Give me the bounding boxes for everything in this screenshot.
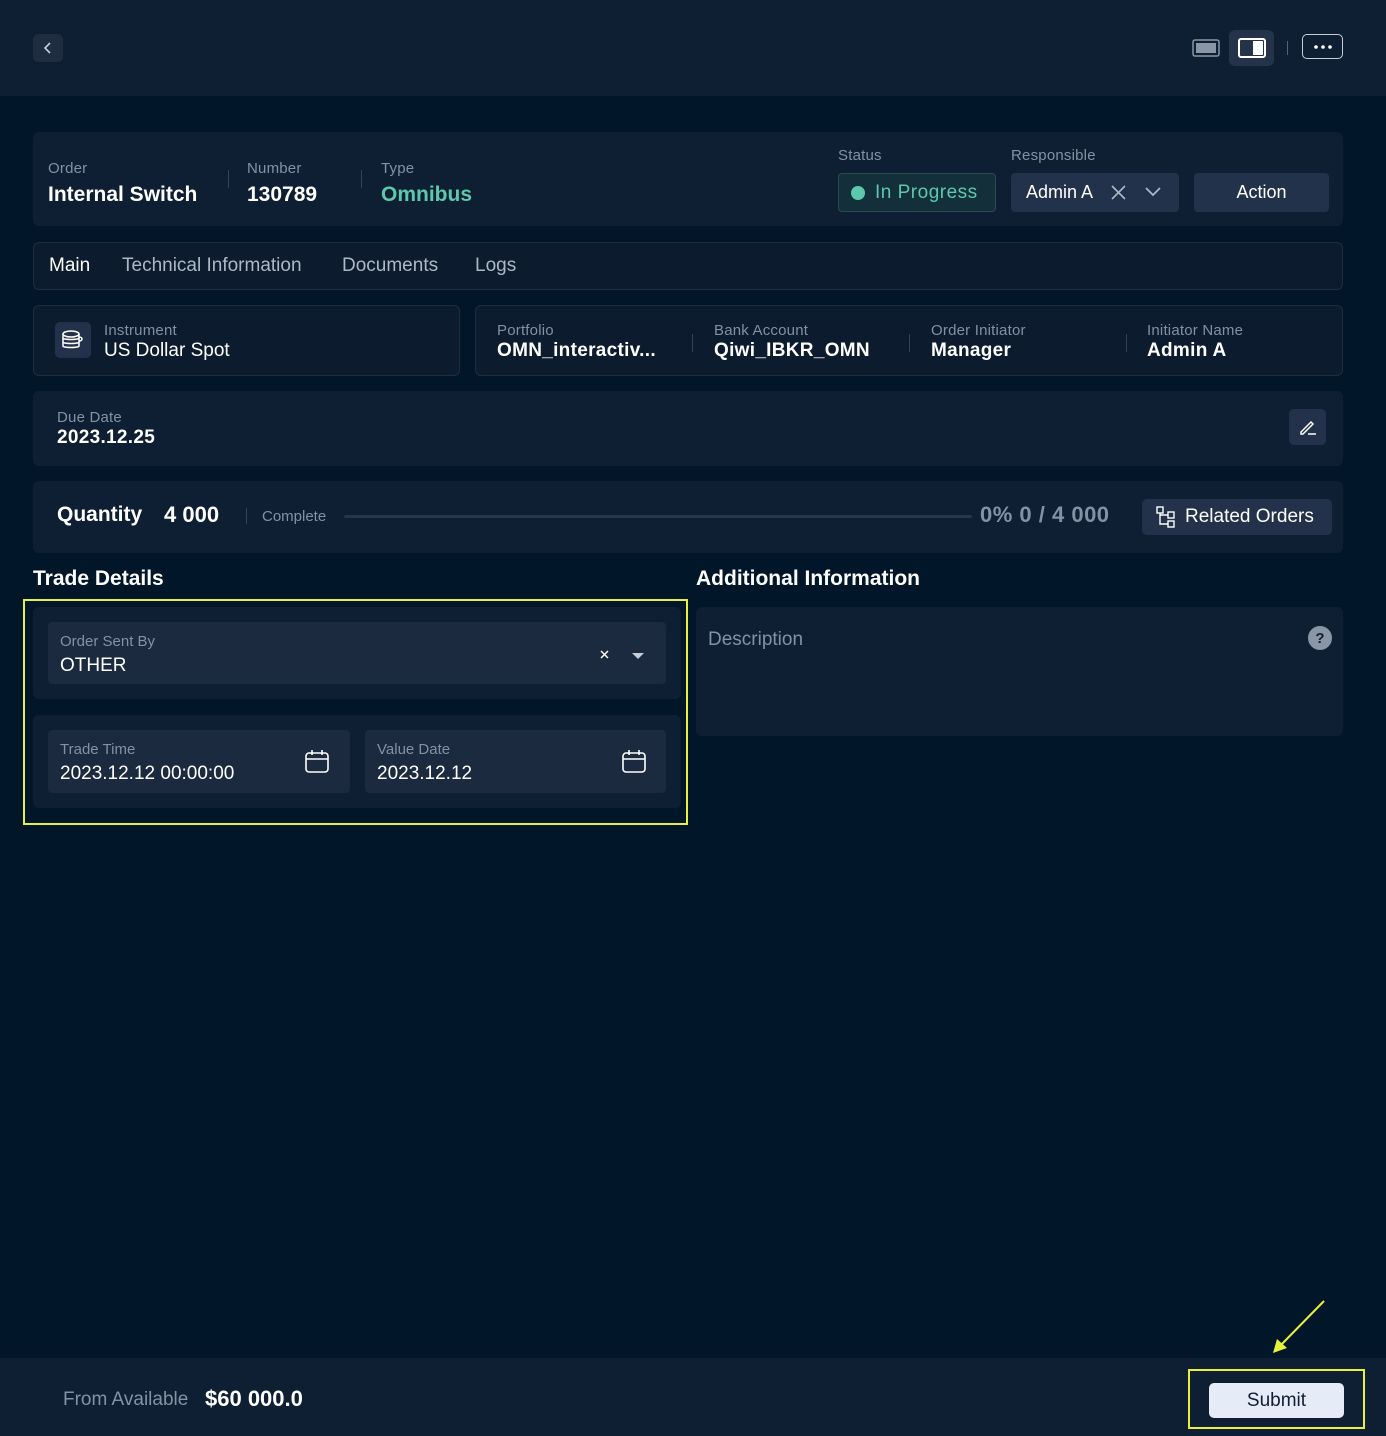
trade-details-highlight: [23, 599, 688, 825]
description-placeholder: Description: [708, 629, 804, 650]
additional-information-title: Additional Information: [696, 567, 920, 590]
quantity-value: 4 000: [164, 502, 220, 527]
related-orders-label: Related Orders: [1185, 506, 1314, 527]
instrument-label: Instrument: [104, 322, 177, 339]
chevron-left-icon: [43, 42, 51, 54]
tab-main[interactable]: Main: [49, 255, 90, 277]
description-field[interactable]: Description ?: [696, 607, 1343, 736]
portfolio-value: OMN_interactiv...: [497, 340, 656, 361]
more-options-button[interactable]: [1302, 34, 1343, 59]
split-view-button[interactable]: [1229, 30, 1274, 66]
single-panel-icon: [1192, 39, 1220, 57]
split-panel-icon: [1237, 38, 1266, 58]
quantity-card: Quantity 4 000 Complete 0% 0 / 4 000 Rel…: [33, 481, 1343, 553]
order-initiator-value: Manager: [931, 340, 1012, 361]
divider: [909, 334, 910, 352]
due-date-card: Due Date 2023.12.25: [33, 391, 1343, 466]
progress-bar: [344, 515, 972, 518]
order-value: Internal Switch: [48, 183, 198, 206]
hierarchy-icon: [1156, 506, 1175, 528]
tab-bar: Main Technical Information Documents Log…: [33, 242, 1343, 290]
order-info: Order Internal Switch: [48, 160, 197, 207]
complete-label: Complete: [262, 508, 327, 525]
responsible-label: Responsible: [1011, 147, 1096, 164]
responsible-select[interactable]: Admin A: [1011, 173, 1179, 212]
edit-due-date-button[interactable]: [1289, 409, 1326, 445]
status-value: In Progress: [875, 181, 978, 203]
initiator-name-value: Admin A: [1147, 340, 1227, 361]
divider: [361, 170, 362, 188]
quantity-label: Quantity: [57, 503, 143, 526]
from-available-value: $60 000.0: [205, 1386, 303, 1411]
ellipsis-icon: [1313, 44, 1332, 49]
footer-bar: From Available $60 000.0 Submit: [0, 1358, 1386, 1436]
toolbar-divider: [1287, 41, 1288, 55]
number-label: Number: [247, 160, 302, 177]
coins-icon: [55, 322, 91, 358]
divider: [246, 508, 247, 524]
single-view-button[interactable]: [1188, 30, 1224, 66]
tab-logs[interactable]: Logs: [475, 255, 516, 277]
progress-text: 0% 0 / 4 000: [980, 502, 1110, 527]
from-available-label: From Available: [63, 1389, 189, 1410]
status-dot-icon: [851, 185, 865, 200]
order-label: Order: [48, 160, 88, 177]
order-header: Order Internal Switch Number 130789 Type…: [33, 132, 1343, 226]
related-orders-button[interactable]: Related Orders: [1142, 499, 1332, 535]
portfolio-label: Portfolio: [497, 322, 554, 339]
number-value: 130789: [247, 183, 318, 206]
due-date-value: 2023.12.25: [57, 427, 156, 448]
bank-account-label: Bank Account: [714, 322, 809, 339]
instrument-value: US Dollar Spot: [104, 340, 230, 361]
clear-icon[interactable]: [1110, 184, 1127, 201]
trade-details-title: Trade Details: [33, 567, 164, 590]
responsible-value: Admin A: [1026, 182, 1094, 202]
tab-documents[interactable]: Documents: [342, 255, 438, 277]
type-info: Type Omnibus: [381, 160, 472, 207]
action-button[interactable]: Action: [1194, 173, 1329, 212]
order-initiator-label: Order Initiator: [931, 322, 1026, 339]
number-info: Number 130789: [247, 160, 317, 207]
instrument-card: Instrument US Dollar Spot: [33, 305, 460, 376]
divider: [228, 170, 229, 188]
edit-icon: [1299, 420, 1316, 435]
chevron-down-icon[interactable]: [1144, 186, 1162, 198]
initiator-name-label: Initiator Name: [1147, 322, 1244, 339]
order-details-card: Portfolio OMN_interactiv... Bank Account…: [475, 305, 1343, 376]
back-button[interactable]: [33, 34, 63, 62]
submit-highlight: [1188, 1369, 1365, 1429]
status-label: Status: [838, 147, 882, 164]
arrow-pointer-icon: [1273, 1300, 1325, 1353]
top-bar: [0, 0, 1386, 96]
type-value: Omnibus: [381, 183, 473, 206]
due-date-label: Due Date: [57, 409, 122, 426]
status-badge[interactable]: In Progress: [838, 173, 996, 212]
tab-technical-information[interactable]: Technical Information: [122, 255, 302, 277]
divider: [692, 334, 693, 352]
help-icon[interactable]: ?: [1308, 626, 1332, 650]
bank-account-value: Qiwi_IBKR_OMN: [714, 340, 870, 361]
divider: [1126, 334, 1127, 352]
type-label: Type: [381, 160, 415, 177]
